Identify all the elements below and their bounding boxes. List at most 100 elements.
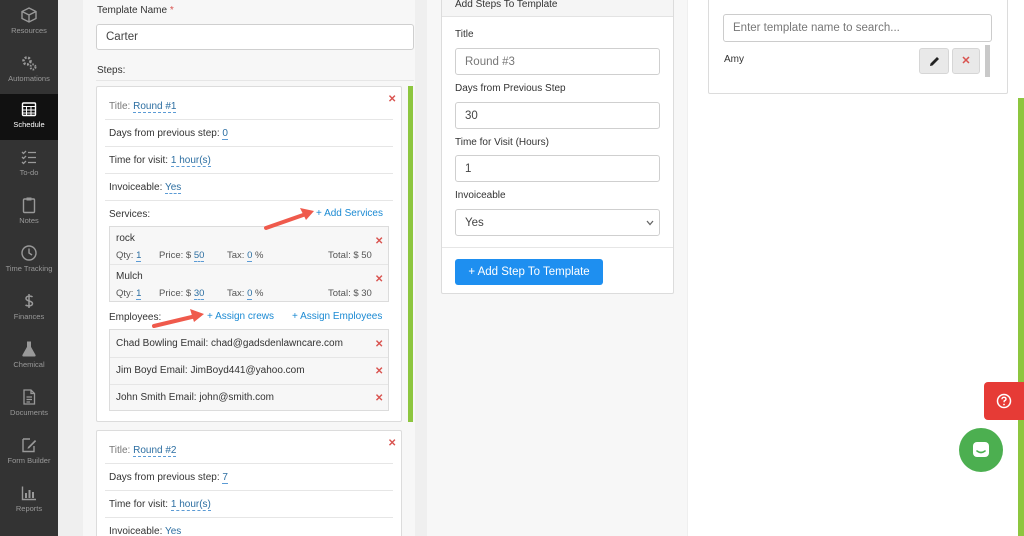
sidebar-item-form-builder[interactable]: Form Builder: [0, 430, 58, 476]
help-button[interactable]: [984, 382, 1024, 420]
invoiceable-row: Invoiceable: Yes: [109, 182, 182, 194]
annotation-arrow-icon: [264, 208, 314, 230]
scroll-indicator[interactable]: [408, 86, 413, 422]
checklist-icon: [21, 150, 36, 165]
time-input[interactable]: 1: [455, 155, 660, 182]
remove-employee-button[interactable]: ✕: [375, 367, 383, 377]
days-row: Days from previous step: 7: [109, 472, 228, 484]
sidebar-item-label: Finances: [13, 312, 45, 321]
remove-employee-button[interactable]: ✕: [375, 394, 383, 404]
add-step-button[interactable]: + Add Step To Template: [455, 259, 603, 285]
service-total: Total: $ 30: [328, 288, 372, 299]
cube-icon: [21, 7, 37, 23]
template-form-panel: Template Name * Carter Steps: ✕ Title: R…: [83, 0, 415, 536]
page-scrollbar[interactable]: [1018, 98, 1024, 536]
time-label: Time for Visit (Hours): [455, 137, 549, 148]
remove-service-button[interactable]: ✕: [375, 237, 383, 247]
chevron-down-icon: [646, 220, 654, 226]
sidebar-item-finances[interactable]: Finances: [0, 286, 58, 332]
time-row: Time for visit: 1 hour(s): [109, 155, 211, 167]
step-title-value[interactable]: Round #1: [133, 101, 177, 113]
employee-row: Chad Bowling Email: chad@gadsdenlawncare…: [116, 338, 343, 349]
sidebar-item-label: Notes: [19, 216, 39, 225]
assign-crews-link[interactable]: + Assign crews: [207, 311, 274, 322]
invoiceable-value[interactable]: Yes: [164, 182, 182, 194]
step-title: Title: Round #2: [109, 445, 177, 457]
days-label: Days from Previous Step: [455, 83, 566, 94]
bar-chart-icon: [21, 486, 36, 501]
flask-icon: [22, 341, 36, 357]
dollar-icon: [25, 294, 34, 308]
sidebar: Resources Automations Schedule To-do Not…: [0, 0, 58, 536]
search-card: Enter template name to search... Amy ✕: [708, 0, 1008, 94]
sidebar-item-time-tracking[interactable]: Time Tracking: [0, 238, 58, 284]
steps-label: Steps:: [97, 65, 126, 76]
time-value[interactable]: 1 hour(s): [170, 499, 211, 511]
title-input[interactable]: Round #3: [455, 48, 660, 75]
step-card-2: ✕ Title: Round #2 Days from previous ste…: [96, 430, 402, 536]
days-value[interactable]: 0: [222, 128, 228, 140]
sidebar-item-documents[interactable]: Documents: [0, 382, 58, 428]
template-result-name[interactable]: Amy: [724, 54, 744, 65]
step-title: Title: Round #1: [109, 101, 177, 113]
add-steps-header: Add Steps To Template: [455, 0, 558, 10]
sidebar-item-label: Chemical: [13, 360, 45, 369]
document-icon: [23, 389, 36, 405]
list-scrollbar[interactable]: [985, 45, 990, 77]
sidebar-item-chemical[interactable]: Chemical: [0, 334, 58, 380]
days-input[interactable]: 30: [455, 102, 660, 129]
sidebar-item-todo[interactable]: To-do: [0, 142, 58, 188]
service-total: Total: $ 50: [328, 250, 372, 261]
assign-employees-link[interactable]: + Assign Employees: [292, 311, 382, 322]
chat-icon: [973, 442, 989, 457]
employee-row: John Smith Email: john@smith.com: [116, 392, 274, 403]
sidebar-item-label: Reports: [15, 504, 43, 513]
clock-icon: [21, 245, 37, 261]
remove-step-button[interactable]: ✕: [388, 439, 396, 449]
days-value[interactable]: 7: [222, 472, 228, 484]
services-label: Services:: [109, 209, 151, 220]
invoiceable-select[interactable]: Yes: [455, 209, 660, 236]
sidebar-item-schedule[interactable]: Schedule: [0, 94, 58, 140]
template-search-input[interactable]: Enter template name to search...: [723, 14, 992, 42]
annotation-arrow-icon: [152, 309, 204, 328]
remove-service-button[interactable]: ✕: [375, 275, 383, 285]
employee-row: Jim Boyd Email: JimBoyd441@yahoo.com: [116, 365, 305, 376]
title-label: Title: [455, 29, 474, 40]
invoiceable-selected: Yes: [465, 216, 484, 229]
chat-button[interactable]: [959, 428, 1003, 472]
template-name-label: Template Name *: [97, 5, 174, 16]
template-name-input[interactable]: Carter: [96, 24, 414, 50]
service-price: Price: $ 50: [159, 250, 205, 262]
sidebar-item-reports[interactable]: Reports: [0, 478, 58, 524]
service-price: Price: $ 30: [159, 288, 205, 300]
pencil-icon: [930, 57, 939, 66]
days-row: Days from previous step: 0: [109, 128, 228, 140]
sidebar-item-resources[interactable]: Resources: [0, 0, 58, 46]
service-name: Mulch: [116, 271, 143, 282]
remove-step-button[interactable]: ✕: [388, 95, 396, 105]
service-tax: Tax: 0 %: [227, 288, 264, 300]
sidebar-item-notes[interactable]: Notes: [0, 190, 58, 236]
step-title-value[interactable]: Round #2: [133, 445, 177, 457]
delete-template-button[interactable]: ✕: [952, 48, 980, 74]
add-steps-card: Add Steps To Template Title Round #3 Day…: [441, 0, 674, 294]
sidebar-item-label: Automations: [8, 74, 50, 83]
time-row: Time for visit: 1 hour(s): [109, 499, 211, 511]
service-qty: Qty: 1: [116, 288, 142, 300]
add-services-link[interactable]: + Add Services: [316, 208, 383, 219]
sidebar-item-label: Resources: [11, 26, 47, 35]
time-value[interactable]: 1 hour(s): [170, 155, 211, 167]
question-icon: [996, 393, 1012, 409]
sidebar-item-label: To-do: [19, 168, 39, 177]
service-tax: Tax: 0 %: [227, 250, 264, 262]
invoiceable-label: Invoiceable: [455, 190, 506, 201]
invoiceable-value[interactable]: Yes: [164, 526, 182, 536]
calendar-icon: [21, 102, 37, 117]
service-name: rock: [116, 233, 135, 244]
remove-employee-button[interactable]: ✕: [375, 340, 383, 350]
sidebar-item-automations[interactable]: Automations: [0, 48, 58, 94]
step-card-1: ✕ Title: Round #1 Days from previous ste…: [96, 86, 402, 422]
edit-template-button[interactable]: [919, 48, 949, 74]
clipboard-icon: [22, 197, 36, 214]
